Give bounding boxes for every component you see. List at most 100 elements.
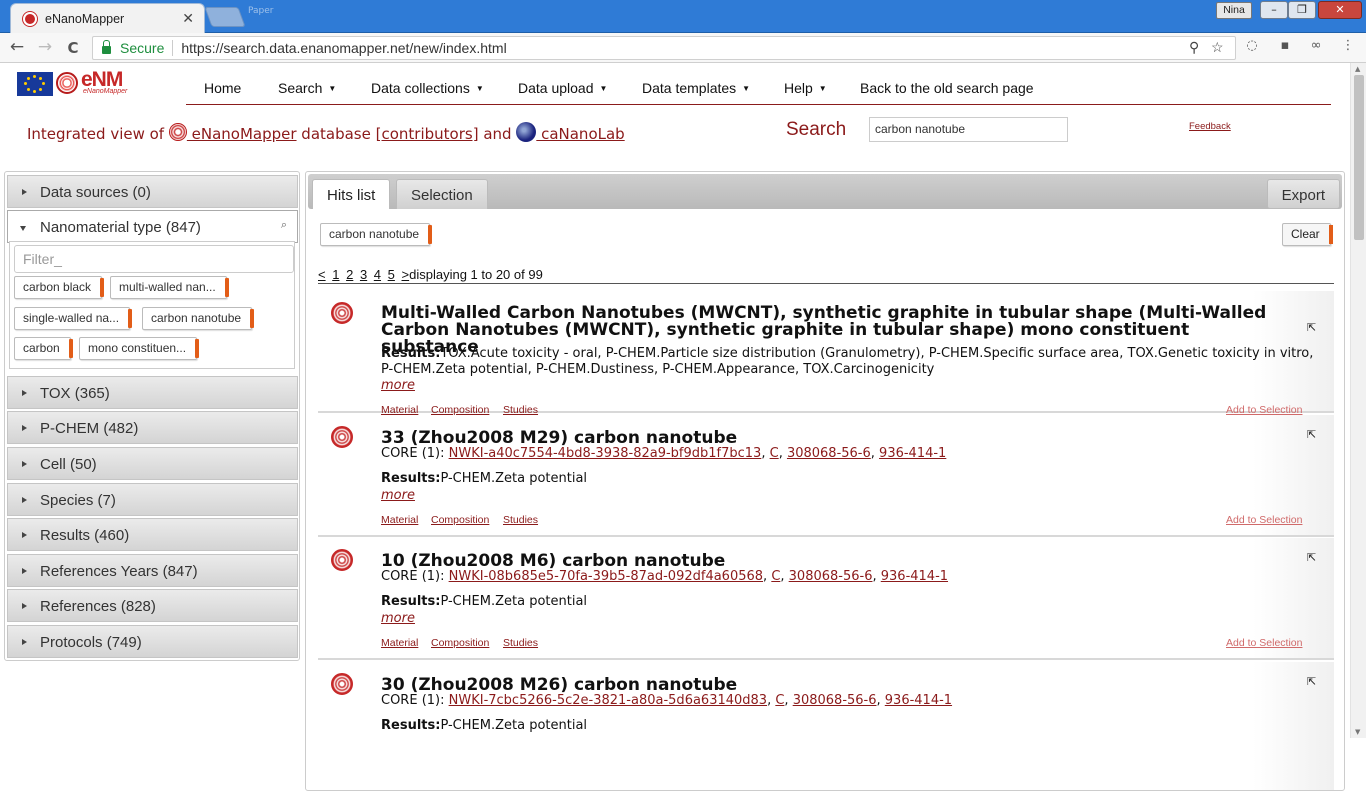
page-scrollbar[interactable]: ▲ ▼ (1350, 63, 1366, 738)
extension-circle-icon[interactable]: ◌ (1243, 38, 1261, 56)
element-link[interactable]: C (770, 446, 779, 461)
facet-tox[interactable]: TOX (365) (7, 376, 298, 409)
add-to-selection-link[interactable]: Add to Selection (1226, 514, 1302, 526)
open-external-icon[interactable]: ⇱ (1307, 675, 1316, 688)
composition-link[interactable]: Composition (431, 514, 489, 526)
browser-tab[interactable]: eNanoMapper ✕ (10, 3, 205, 33)
forward-arrow-icon[interactable]: → (34, 37, 56, 57)
facet-chip[interactable]: carbon black (14, 276, 105, 299)
lock-icon (102, 40, 111, 54)
export-button[interactable]: Export (1266, 179, 1340, 209)
bookmark-star-icon[interactable]: ☆ (1211, 39, 1224, 56)
material-link[interactable]: Material (381, 637, 418, 649)
pager: < 1 2 3 4 5 >displaying 1 to 20 of 99 (318, 267, 1334, 284)
profile-button[interactable]: Nina (1216, 2, 1252, 19)
browser-menu-icon[interactable]: ⋮ (1339, 38, 1357, 56)
nav-home[interactable]: Home (204, 80, 241, 96)
nav-data-collections[interactable]: Data collections ▼ (371, 80, 484, 96)
facet-chip[interactable]: multi-walled nan... (110, 276, 229, 299)
core-id-link[interactable]: NWKI-a40c7554-4bd8-3938-82a9-bf9db1f7bc1… (449, 446, 762, 461)
pager-prev[interactable]: < (318, 267, 326, 282)
cananolab-link[interactable]: caNanoLab (536, 125, 625, 143)
facet-pchem[interactable]: P-CHEM (482) (7, 411, 298, 444)
open-external-icon[interactable]: ⇱ (1307, 551, 1316, 564)
add-to-selection-link[interactable]: Add to Selection (1226, 637, 1302, 649)
nav-search[interactable]: Search ▼ (278, 80, 336, 96)
search-label: Search (786, 119, 847, 140)
tab-close-icon[interactable]: ✕ (182, 10, 194, 27)
extension-link-icon[interactable]: ∞ (1307, 38, 1325, 56)
zoom-icon[interactable]: ⚲ (1189, 39, 1199, 56)
contributors-link[interactable]: [contributors] (376, 125, 479, 143)
facet-data-sources[interactable]: Data sources (0) (7, 175, 298, 208)
more-link[interactable]: more (381, 488, 415, 503)
facet-chip[interactable]: carbon (14, 337, 73, 360)
facet-results[interactable]: Results (460) (7, 518, 298, 551)
new-tab-button[interactable] (204, 7, 246, 27)
tab-hits-list[interactable]: Hits list (312, 179, 391, 209)
ec-link[interactable]: 936-414-1 (879, 446, 946, 461)
facet-protocols[interactable]: Protocols (749) (7, 625, 298, 658)
url-text[interactable]: https://search.data.enanomapper.net/new/… (181, 40, 506, 56)
cas-link[interactable]: 308068-56-6 (787, 446, 871, 461)
facet-cell[interactable]: Cell (50) (7, 447, 298, 480)
pager-page[interactable]: 3 (360, 267, 367, 282)
material-link[interactable]: Material (381, 514, 418, 526)
nav-help[interactable]: Help ▼ (784, 80, 827, 96)
cananolab-logo-icon (516, 122, 537, 142)
core-id-link[interactable]: NWKI-08b685e5-70fa-39b5-87ad-092df4a6056… (449, 569, 763, 584)
enanomapper-ball-icon (168, 123, 187, 141)
scroll-down-icon[interactable]: ▼ (1355, 728, 1360, 736)
scrollbar-thumb[interactable] (1354, 75, 1364, 240)
pager-page[interactable]: 2 (346, 267, 353, 282)
facet-chip[interactable]: carbon nanotube (142, 307, 255, 330)
open-external-icon[interactable]: ⇱ (1307, 321, 1316, 334)
address-bar: ← → C Secure https://search.data.enanoma… (0, 33, 1366, 63)
cas-link[interactable]: 308068-56-6 (789, 569, 873, 584)
url-field[interactable]: Secure https://search.data.enanomapper.n… (92, 36, 1236, 60)
enm-logo[interactable]: eNM eNanoMapper (17, 68, 153, 97)
filter-input[interactable]: Filter_ (14, 245, 294, 273)
nanomaterial-ball-icon (331, 302, 353, 324)
ec-link[interactable]: 936-414-1 (881, 569, 948, 584)
facet-references[interactable]: References (828) (7, 589, 298, 622)
scroll-up-icon[interactable]: ▲ (1355, 65, 1360, 73)
facet-species[interactable]: Species (7) (7, 483, 298, 516)
ec-link[interactable]: 936-414-1 (885, 693, 952, 708)
open-external-icon[interactable]: ⇱ (1307, 428, 1316, 441)
clear-button[interactable]: Clear (1282, 223, 1333, 246)
window-close-button[interactable]: ✕ (1318, 1, 1362, 19)
facet-search-icon[interactable]: ⌕ (281, 219, 287, 232)
studies-link[interactable]: Studies (503, 514, 538, 526)
feedback-link[interactable]: Feedback (1189, 121, 1231, 132)
studies-link[interactable]: Studies (503, 637, 538, 649)
pager-next[interactable]: > (402, 267, 410, 282)
core-id-link[interactable]: NWKI-7cbc5266-5c2e-3821-a80a-5d6a63140d8… (449, 693, 767, 708)
back-arrow-icon[interactable]: ← (6, 37, 28, 57)
facet-reference-years[interactable]: References Years (847) (7, 554, 298, 587)
enanomapper-favicon-icon (23, 11, 37, 26)
search-input[interactable]: carbon nanotube (869, 117, 1068, 142)
enanomapper-link[interactable]: eNanoMapper (187, 125, 297, 143)
minimize-button[interactable]: – (1260, 1, 1288, 19)
nav-old-search[interactable]: Back to the old search page (860, 80, 1034, 96)
core-line: CORE (1): NWKI-a40c7554-4bd8-3938-82a9-b… (381, 446, 947, 461)
composition-link[interactable]: Composition (431, 637, 489, 649)
cas-link[interactable]: 308068-56-6 (793, 693, 877, 708)
more-link[interactable]: more (381, 378, 415, 393)
pager-page[interactable]: 4 (374, 267, 381, 282)
extension-square-icon[interactable]: ▪ (1276, 38, 1294, 56)
nav-data-templates[interactable]: Data templates ▼ (642, 80, 750, 96)
nav-data-upload[interactable]: Data upload ▼ (518, 80, 607, 96)
pager-page[interactable]: 5 (388, 267, 395, 282)
maximize-button[interactable]: ❐ (1288, 1, 1316, 19)
reload-icon[interactable]: C (62, 39, 84, 57)
more-link[interactable]: more (381, 611, 415, 626)
nanomaterial-ball-icon (331, 673, 353, 695)
facet-chip[interactable]: mono constituen... (79, 337, 200, 360)
pager-page[interactable]: 1 (332, 267, 339, 282)
facet-nanomaterial-type[interactable]: Nanomaterial type (847) ⌕ (7, 210, 298, 243)
facet-chip[interactable]: single-walled na... (14, 307, 133, 330)
query-chip[interactable]: carbon nanotube (320, 223, 433, 246)
tab-selection[interactable]: Selection (396, 179, 488, 209)
